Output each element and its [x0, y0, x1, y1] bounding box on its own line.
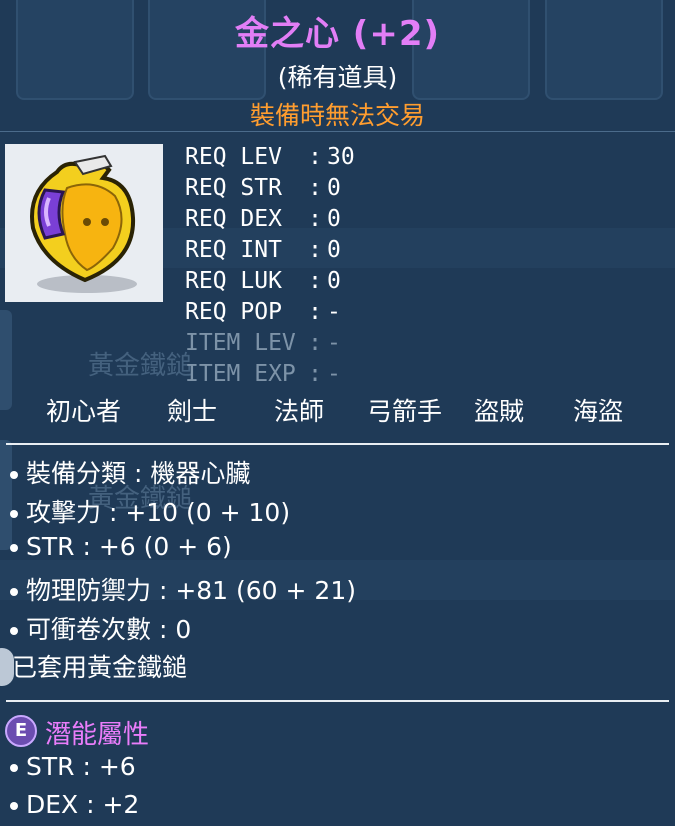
requirements-list: REQ LEV:30 REQ STR:0 REQ DEX:0 REQ INT:0… — [185, 142, 355, 390]
potential-line: DEX : +2 — [10, 790, 139, 819]
stat-text: 裝備分類 : 機器心臟 — [26, 459, 251, 488]
item-title: 金之心 (+2) — [234, 14, 441, 54]
stat-text: 物理防禦力 : +81 (60 + 21) — [26, 576, 356, 605]
job-bowman: 弓箭手 — [367, 397, 443, 426]
potential-grade-letter: E — [14, 720, 28, 741]
req-colon: : — [308, 361, 322, 387]
req-value: - — [327, 299, 341, 325]
job-beginner: 初心者 — [46, 397, 122, 426]
header-divider — [0, 131, 675, 132]
section-divider — [6, 700, 669, 702]
req-row: ITEM LEV: - — [185, 328, 355, 359]
stat-line: STR : +6 (0 + 6) — [10, 532, 232, 561]
bullet-icon — [10, 588, 18, 596]
req-value: - — [327, 361, 341, 387]
job-pirate: 海盜 — [573, 397, 624, 426]
section-divider — [6, 443, 669, 445]
req-row: REQ DEX:0 — [185, 204, 355, 235]
stat-line: 攻擊力 : +10 (0 + 10) — [10, 493, 290, 529]
req-label: REQ DEX — [185, 206, 282, 232]
job-warrior: 劍士 — [167, 397, 218, 426]
req-value: 0 — [327, 206, 341, 232]
req-row: REQ STR:0 — [185, 173, 355, 204]
bullet-icon — [10, 764, 18, 772]
req-colon: : — [308, 299, 322, 325]
stat-text: STR : +6 (0 + 6) — [26, 532, 232, 561]
potential-title: 潛能屬性 — [45, 720, 150, 750]
req-value: 30 — [327, 144, 355, 170]
req-label: REQ STR — [185, 175, 282, 201]
req-row: REQ LUK:0 — [185, 266, 355, 297]
potential-text: DEX : +2 — [26, 790, 140, 819]
req-colon: : — [308, 144, 322, 170]
item-rarity: (稀有道具) — [277, 63, 398, 92]
stat-line: 裝備分類 : 機器心臟 — [10, 454, 250, 490]
job-list: 初心者 劍士 法師 弓箭手 盜賊 海盜 — [0, 392, 675, 426]
bullet-icon — [10, 544, 18, 552]
bullet-icon — [10, 471, 18, 479]
potential-text: STR : +6 — [26, 752, 136, 781]
req-label: REQ INT — [185, 237, 282, 263]
bullet-icon — [10, 802, 18, 810]
bullet-icon — [10, 627, 18, 635]
req-colon: : — [308, 330, 322, 356]
set-effect-note: 已套用黃金鐵鎚 — [12, 653, 188, 682]
req-label: ITEM LEV — [185, 330, 296, 356]
background-item-label: 黃金鐵鎚 — [88, 351, 193, 381]
req-value: 0 — [327, 237, 341, 263]
req-colon: : — [308, 268, 322, 294]
req-value: 0 — [327, 268, 341, 294]
req-label: REQ LUK — [185, 268, 282, 294]
req-value: - — [327, 330, 341, 356]
stat-text: 可衝卷次數 : 0 — [26, 615, 192, 644]
req-row: ITEM EXP: - — [185, 359, 355, 390]
job-thief: 盜賊 — [474, 397, 525, 426]
req-label: REQ LEV — [185, 144, 282, 170]
req-colon: : — [308, 175, 322, 201]
stat-text: 攻擊力 : +10 (0 + 10) — [26, 498, 291, 527]
trade-restriction: 裝備時無法交易 — [249, 101, 425, 130]
req-row: REQ POP: - — [185, 297, 355, 328]
potential-line: STR : +6 — [10, 752, 136, 781]
req-row: REQ LEV:30 — [185, 142, 355, 173]
req-value: 0 — [327, 175, 341, 201]
stat-line: 可衝卷次數 : 0 — [10, 610, 191, 646]
req-colon: : — [308, 206, 322, 232]
req-row: REQ INT:0 — [185, 235, 355, 266]
golden-heart-icon — [30, 154, 137, 293]
job-magician: 法師 — [274, 397, 325, 426]
stat-line: 物理防禦力 : +81 (60 + 21) — [10, 571, 356, 607]
req-label: REQ POP — [185, 299, 282, 325]
item-icon-frame — [5, 144, 163, 302]
bullet-icon — [10, 510, 18, 518]
req-label: ITEM EXP — [185, 361, 296, 387]
req-colon: : — [308, 237, 322, 263]
potential-grade-icon: E — [5, 715, 37, 747]
